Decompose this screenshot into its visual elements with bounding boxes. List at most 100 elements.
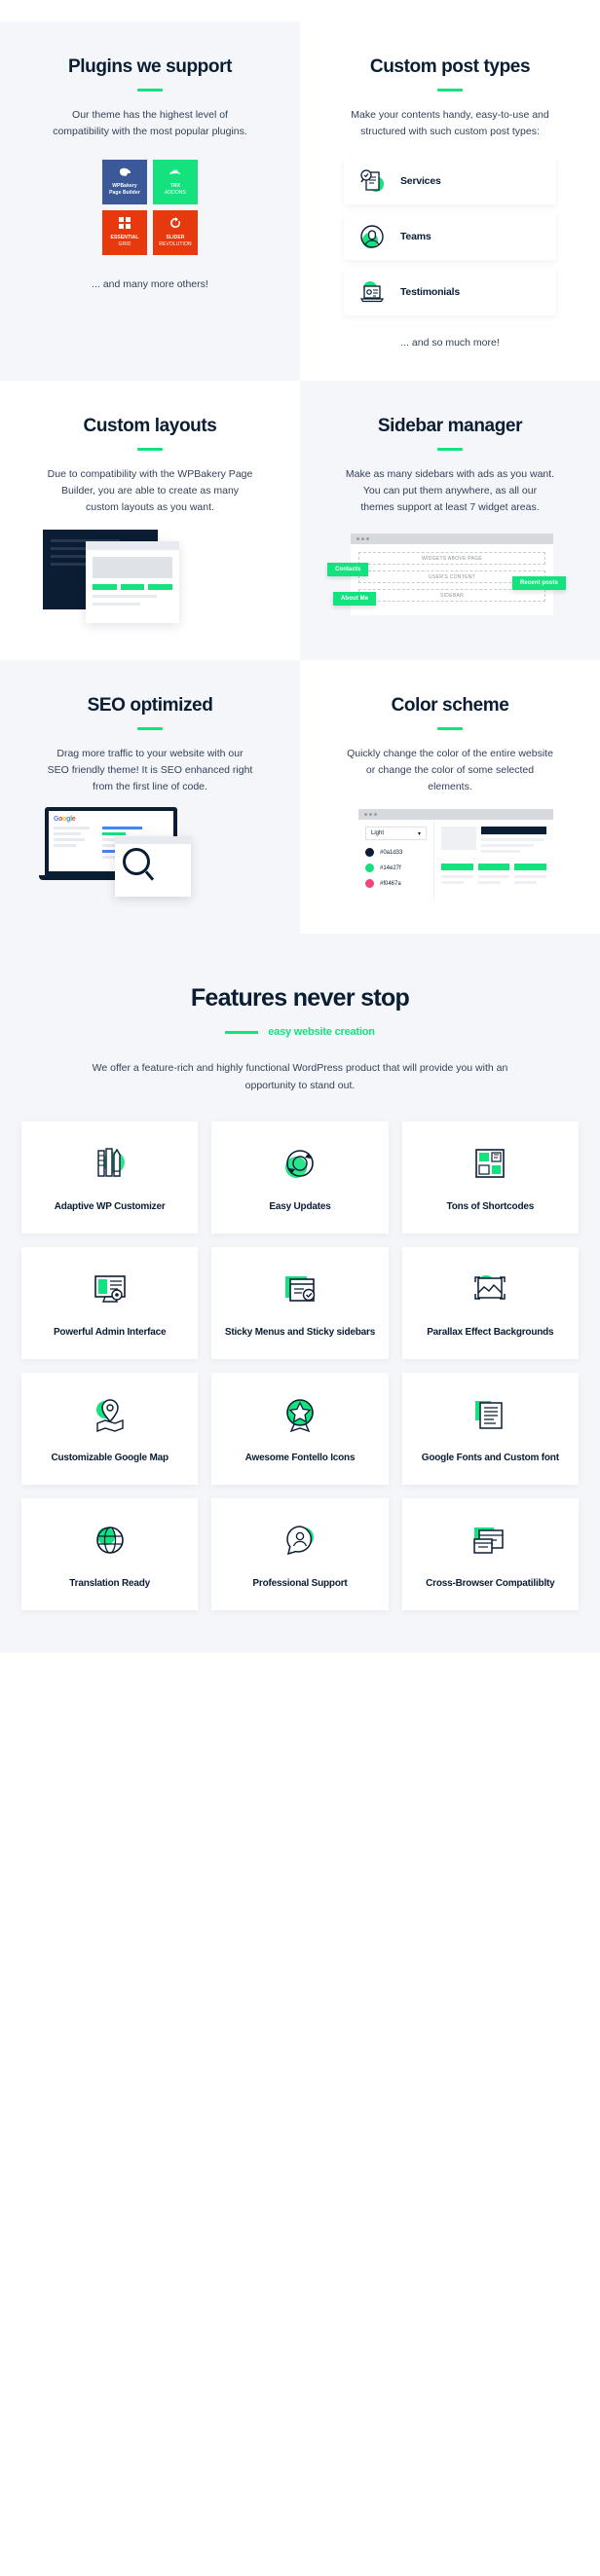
cpt-card-services[interactable]: Services: [344, 158, 556, 204]
features-lead: We offer a feature-rich and highly funct…: [92, 1062, 508, 1091]
color-scheme-rule: [437, 727, 463, 730]
sidebar-tag-recent-posts[interactable]: Recent posts: [512, 576, 566, 590]
section-features: Features never stop easy website creatio…: [0, 934, 600, 1653]
sticky-window-icon: [280, 1269, 320, 1309]
section-plugins: Plugins we support Our theme has the hig…: [0, 21, 300, 381]
plugin-tile-name: WPBakery: [112, 183, 137, 189]
color-swatch-row[interactable]: #14e27f: [365, 864, 427, 872]
section-custom-layouts: Custom layouts Due to compatibility with…: [0, 381, 300, 660]
feature-card-sticky-menus[interactable]: Sticky Menus and Sticky sidebars: [211, 1247, 389, 1359]
mock-browser-bar: [358, 809, 553, 820]
section-color-scheme: Color scheme Quickly change the color of…: [300, 660, 600, 934]
feature-card-cross-browser-compatibility[interactable]: Cross-Browser Compatiliblty: [401, 1498, 579, 1610]
sidebar-tag-about-me[interactable]: About Me: [333, 592, 377, 606]
feature-card-parallax-backgrounds[interactable]: Parallax Effect Backgrounds: [401, 1247, 579, 1359]
services-document-icon: [357, 166, 387, 196]
section-seo: SEO optimized Drag more traffic to your …: [0, 660, 300, 934]
color-dot: [365, 879, 374, 888]
cpt-card-label: Testimonials: [400, 286, 461, 298]
seo-text: Drag more traffic to your website with o…: [47, 748, 253, 792]
mock-browser-window: WIDGETS ABOVE PAGE USER'S CONTENT SIDEBA…: [351, 534, 553, 615]
plugin-tile-trx-addons[interactable]: TRX ADDONS: [153, 160, 198, 204]
sidebar-manager-rule: [437, 448, 463, 451]
scheme-select-value: Light: [371, 830, 385, 836]
plugin-tile-sub: Page Builder: [109, 190, 140, 196]
widget-slot-label: SIDEBAR: [439, 593, 465, 599]
features-subtitle-row: easy website creation: [21, 1026, 579, 1038]
custom-layouts-mockup: [21, 528, 279, 625]
monitor-gear-icon: [90, 1269, 131, 1309]
cpt-card-label: Services: [400, 175, 441, 187]
feature-card-label: Cross-Browser Compatiliblty: [426, 1578, 555, 1589]
features-title: Features never stop: [190, 984, 410, 1012]
section-custom-post-types: Custom post types Make your contents han…: [300, 21, 600, 381]
color-scheme-title: Color scheme: [391, 695, 509, 716]
star-badge-icon: [280, 1394, 320, 1435]
chevron-down-icon: ▾: [417, 830, 421, 837]
color-dot: [365, 848, 374, 857]
plugin-tile-name: ESSENTIAL: [110, 235, 139, 240]
seo-rule: [137, 727, 163, 730]
plugin-tile-essential-grid[interactable]: ESSENTIAL GRID: [102, 210, 147, 255]
plugins-rule: [137, 89, 163, 92]
color-swatch-row[interactable]: #f0467a: [365, 879, 427, 888]
teams-person-icon: [357, 222, 387, 251]
widget-slot: SIDEBAR: [358, 589, 545, 602]
features-dash: [225, 1030, 259, 1034]
custom-layouts-title: Custom layouts: [83, 416, 217, 436]
feature-card-awesome-fontello-icons[interactable]: Awesome Fontello Icons: [211, 1373, 389, 1485]
map-pin-icon: [90, 1394, 131, 1435]
trx-addons-icon: [169, 167, 182, 180]
feature-card-tons-of-shortcodes[interactable]: Tons of Shortcodes: [401, 1122, 579, 1233]
feature-card-label: Parallax Effect Backgrounds: [427, 1327, 554, 1338]
cpt-text: Make your contents handy, easy-to-use an…: [351, 109, 549, 137]
color-hex-label: #0a1d33: [380, 849, 403, 856]
seo-mockup: Google: [21, 807, 279, 904]
scheme-select[interactable]: Light ▾: [365, 827, 427, 840]
plugins-footnote: ... and many more others!: [92, 278, 208, 290]
plugin-tile-sub: ADDONS: [165, 190, 186, 196]
plugin-tiles: WPBakery Page Builder TRX ADDONS ESSENTI…: [21, 160, 279, 255]
sidebar-manager-mockup: WIDGETS ABOVE PAGE USER'S CONTENT SIDEBA…: [321, 530, 579, 631]
cpt-rule: [437, 89, 463, 92]
color-swatch-row[interactable]: #0a1d33: [365, 848, 427, 857]
google-logo: Google: [54, 816, 76, 823]
globe-icon: [90, 1520, 131, 1561]
plugin-tile-sub: GRID: [118, 241, 131, 247]
plugin-tile-name: TRX: [169, 183, 181, 189]
feature-card-label: Adaptive WP Customizer: [54, 1201, 166, 1212]
mock-light-window: [86, 541, 179, 623]
plugin-tile-wpbakery[interactable]: WPBakery Page Builder: [102, 160, 147, 204]
testimonials-laptop-icon: [357, 277, 387, 307]
essential-grid-icon: [119, 217, 131, 232]
feature-card-google-fonts[interactable]: Google Fonts and Custom font: [401, 1373, 579, 1485]
color-dot: [365, 864, 374, 872]
widget-slot-label: WIDGETS ABOVE PAGE: [422, 556, 482, 562]
custom-layouts-text: Due to compatibility with the WPBakery P…: [47, 468, 253, 513]
section-sidebar-manager: Sidebar manager Make as many sidebars wi…: [300, 381, 600, 660]
feature-card-label: Translation Ready: [69, 1578, 151, 1589]
feature-card-customizable-google-map[interactable]: Customizable Google Map: [21, 1373, 199, 1485]
seo-title: SEO optimized: [87, 695, 213, 716]
cpt-card-testimonials[interactable]: Testimonials: [344, 269, 556, 315]
feature-card-powerful-admin-interface[interactable]: Powerful Admin Interface: [21, 1247, 199, 1359]
plugin-tile-slider-revolution[interactable]: SLIDER REVOLUTION: [153, 210, 198, 255]
color-hex-label: #14e27f: [380, 865, 401, 871]
landing-page: Plugins we support Our theme has the hig…: [0, 0, 600, 1653]
row-seo-colors: SEO optimized Drag more traffic to your …: [0, 660, 600, 934]
custom-layouts-rule: [137, 448, 163, 451]
feature-card-easy-updates[interactable]: Easy Updates: [211, 1122, 389, 1233]
widget-slot: WIDGETS ABOVE PAGE: [358, 552, 545, 565]
plugin-tile-sub: REVOLUTION: [159, 241, 192, 247]
feature-card-label: Customizable Google Map: [51, 1453, 169, 1463]
grid-blocks-icon: [469, 1143, 510, 1184]
sidebar-tag-contacts[interactable]: Contacts: [327, 563, 369, 576]
cpt-title: Custom post types: [369, 56, 531, 77]
feature-card-adaptive-wp-customizer[interactable]: Adaptive WP Customizer: [21, 1122, 199, 1233]
feature-card-professional-support[interactable]: Professional Support: [211, 1498, 389, 1610]
cpt-card-teams[interactable]: Teams: [344, 213, 556, 260]
feature-card-translation-ready[interactable]: Translation Ready: [21, 1498, 199, 1610]
refresh-arrows-icon: [280, 1143, 320, 1184]
plugins-text: Our theme has the highest level of compa…: [53, 109, 247, 137]
customizer-preview: [434, 820, 553, 902]
